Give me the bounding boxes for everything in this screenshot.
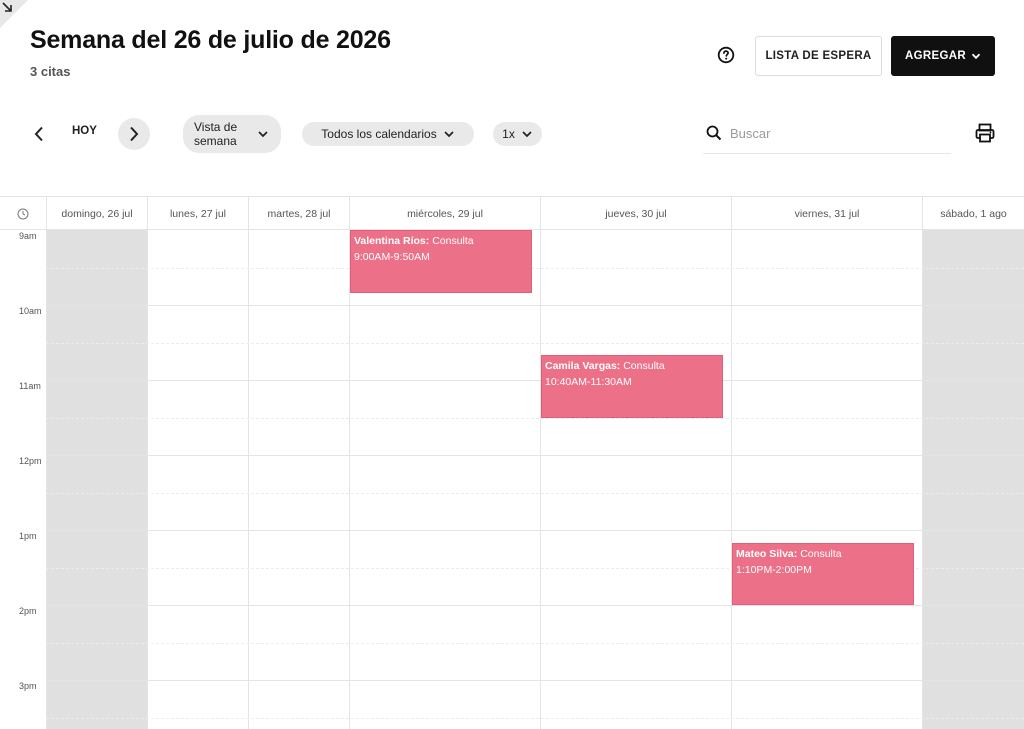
- help-button[interactable]: [714, 43, 738, 67]
- search-input[interactable]: [730, 118, 950, 148]
- event-service: Consulta: [620, 360, 665, 372]
- day-header[interactable]: miércoles, 29 jul: [349, 197, 540, 230]
- hour-line: [46, 530, 1024, 531]
- event-service: Consulta: [429, 235, 474, 247]
- calendar-grid[interactable]: 9am 10am 11am 12pm 1pm 2pm 3pm Valentina Ríos: …: [0, 230, 1024, 729]
- half-hour-line: [46, 642, 1024, 644]
- view-selector[interactable]: Vista de semana: [183, 115, 281, 153]
- time-label: 3pm: [19, 681, 37, 691]
- chevron-down-icon: [522, 131, 532, 138]
- time-label: 10am: [19, 306, 42, 316]
- event-time: 1:10PM-2:00PM: [736, 563, 812, 576]
- hour-line: [46, 305, 1024, 306]
- zoom-label: 1x: [502, 127, 515, 141]
- timezone-cell: [0, 197, 46, 230]
- chevron-right-icon: [130, 126, 139, 142]
- appointment-count: 3 citas: [30, 64, 71, 79]
- half-hour-line: [46, 267, 1024, 269]
- event-title: Valentina Ríos: Consulta: [354, 233, 528, 249]
- half-hour-line: [46, 342, 1024, 344]
- calendar-filter-label: Todos los calendarios: [321, 127, 437, 141]
- half-hour-line: [46, 717, 1024, 719]
- hour-line: [46, 605, 1024, 606]
- search-underline: [703, 153, 951, 154]
- question-circle-icon: [717, 46, 735, 64]
- event-time: 9:00AM-9:50AM: [354, 251, 430, 263]
- add-button[interactable]: AGREGAR: [891, 36, 995, 76]
- event-client: Valentina Ríos:: [354, 235, 430, 247]
- calendar-header: domingo, 26 jul lunes, 27 jul martes, 28 j…: [0, 197, 1024, 230]
- printer-icon[interactable]: [974, 122, 996, 144]
- half-hour-line: [46, 417, 1024, 419]
- today-button[interactable]: HOY: [72, 125, 97, 137]
- event-service: Consulta: [797, 547, 842, 560]
- appointment-event[interactable]: Valentina Ríos: Consulta 9:00AM-9:50AM: [350, 230, 532, 293]
- hour-line: [46, 680, 1024, 681]
- collapse-corner-icon[interactable]: [0, 0, 28, 28]
- day-header[interactable]: domingo, 26 jul: [46, 197, 147, 230]
- chevron-left-icon: [34, 126, 43, 142]
- week-calendar: domingo, 26 jul lunes, 27 jul martes, 28 j…: [0, 196, 1024, 729]
- waitlist-button[interactable]: LISTA DE ESPERA: [755, 36, 882, 76]
- time-label: 12pm: [19, 456, 42, 466]
- event-time: 10:40AM-11:30AM: [545, 376, 632, 388]
- zoom-selector[interactable]: 1x: [493, 122, 542, 146]
- event-client: Camila Vargas:: [545, 360, 621, 372]
- page-title: Semana del 26 de julio de 2026: [30, 26, 391, 54]
- add-button-label: AGREGAR: [905, 50, 966, 62]
- time-label: 1pm: [19, 531, 37, 541]
- day-header[interactable]: martes, 28 jul: [248, 197, 349, 230]
- time-label: 2pm: [19, 606, 37, 616]
- calendar-filter[interactable]: Todos los calendarios: [302, 122, 474, 146]
- half-hour-line: [46, 492, 1024, 494]
- time-label: 9am: [19, 231, 37, 241]
- clock-icon: [17, 208, 29, 219]
- previous-week-button[interactable]: [28, 122, 50, 146]
- event-title: Mateo Silva: Consulta: [736, 546, 910, 562]
- hour-line: [46, 455, 1024, 456]
- chevron-down-icon: [444, 131, 454, 138]
- event-client: Mateo Silva:: [736, 547, 798, 560]
- view-selector-label: Vista de semana: [194, 120, 238, 148]
- chevron-down-icon: [258, 131, 268, 138]
- chevron-down-icon: [971, 53, 981, 60]
- search-icon: [706, 125, 722, 141]
- day-header[interactable]: viernes, 31 jul: [731, 197, 922, 230]
- event-title: Camila Vargas: Consulta: [545, 358, 719, 374]
- time-label: 11am: [19, 381, 41, 391]
- hour-line: [46, 380, 1024, 381]
- next-week-button[interactable]: [118, 118, 150, 150]
- day-header[interactable]: lunes, 27 jul: [147, 197, 248, 230]
- appointment-event[interactable]: Camila Vargas: Consulta 10:40AM-11:30AM: [541, 355, 723, 418]
- appointment-event[interactable]: Mateo Silva: Consulta 1:10PM-2:00PM: [732, 542, 914, 605]
- day-header[interactable]: jueves, 30 jul: [540, 197, 731, 230]
- day-header[interactable]: sábado, 1 ago: [922, 197, 1024, 230]
